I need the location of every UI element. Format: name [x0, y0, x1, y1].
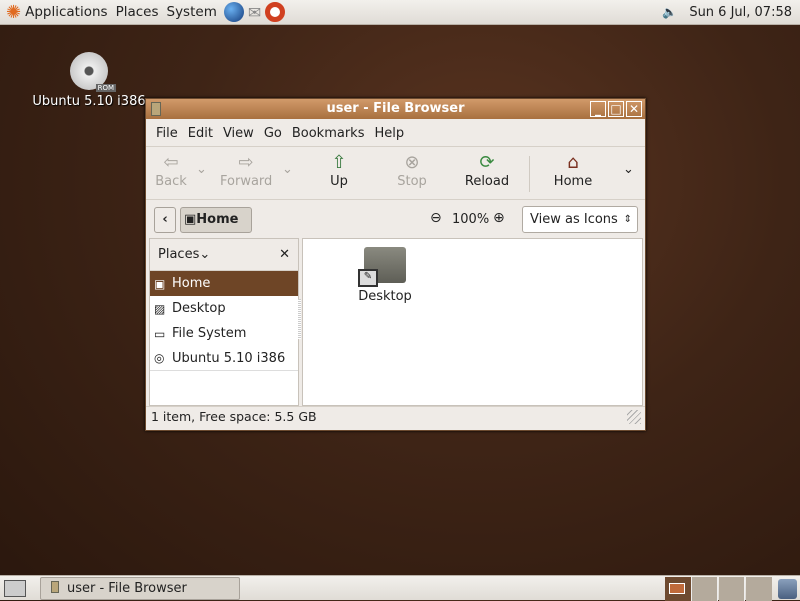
stop-icon: ⊗ — [395, 152, 429, 174]
place-label: Ubuntu 5.10 i386 — [172, 351, 285, 366]
reload-button[interactable]: ⟳Reload — [464, 152, 510, 189]
folder-home-icon: ▣ — [184, 212, 196, 227]
status-bar: 1 item, Free space: 5.5 GB — [146, 406, 645, 428]
location-bar: ‹ ▣Home ⊖ 100% ⊕ View as Icons ⇕ — [146, 201, 645, 236]
select-arrows-icon: ⇕ — [624, 207, 632, 232]
menu-system[interactable]: System — [167, 4, 217, 20]
back-button[interactable]: ⇦Back — [154, 152, 188, 189]
reload-label: Reload — [464, 174, 510, 189]
side-pane-selector[interactable]: Places⌄ — [158, 247, 210, 262]
back-arrow-icon: ⇦ — [154, 152, 188, 174]
menu-bar: File Edit View Go Bookmarks Help — [146, 120, 645, 147]
desktop-icon-label: Ubuntu 5.10 i386 — [30, 94, 148, 109]
crumb-label: Home — [196, 212, 238, 227]
view-mode-select[interactable]: View as Icons ⇕ — [522, 206, 638, 233]
place-desktop[interactable]: ▨Desktop — [150, 296, 298, 321]
menu-help[interactable]: Help — [374, 126, 404, 141]
toolbar-separator — [529, 156, 530, 192]
place-home[interactable]: ▣Home — [150, 271, 298, 296]
rom-badge: ROM — [96, 84, 116, 92]
menu-edit[interactable]: Edit — [188, 126, 213, 141]
menu-applications[interactable]: Applications — [25, 4, 107, 20]
top-panel: ✺ Applications Places System ✉ 🔈 Sun 6 J… — [0, 0, 800, 25]
desktop-folder-icon: ✎ — [364, 247, 406, 283]
trash-icon[interactable] — [778, 579, 797, 599]
side-pane-header: Places⌄ ✕ — [150, 239, 298, 271]
volume-icon[interactable]: 🔈 — [662, 5, 677, 19]
drive-icon: ▭ — [154, 327, 172, 341]
back-label: Back — [154, 174, 188, 189]
home-folder-icon: ▣ — [154, 277, 172, 291]
zoom-out-button[interactable]: ⊖ — [430, 210, 442, 226]
clock[interactable]: Sun 6 Jul, 07:58 — [689, 5, 792, 20]
cdrom-icon: ◎ — [154, 351, 172, 365]
show-desktop-button[interactable] — [4, 580, 26, 597]
zoom-level[interactable]: 100% — [452, 212, 489, 227]
pane-resize-handle[interactable] — [298, 299, 301, 339]
zoom-in-button[interactable]: ⊕ — [493, 210, 505, 226]
task-label: user - File Browser — [67, 581, 187, 596]
reload-icon: ⟳ — [464, 152, 510, 174]
forward-history-dropdown[interactable]: ⌄ — [282, 162, 293, 177]
menu-bookmarks[interactable]: Bookmarks — [292, 126, 365, 141]
menu-view[interactable]: View — [223, 126, 254, 141]
side-pane: Places⌄ ✕ ▣Home ▨Desktop ▭File System ◎U… — [149, 238, 299, 406]
minimize-button[interactable]: _ — [590, 101, 606, 117]
workspace-3[interactable] — [719, 577, 745, 601]
path-back-button[interactable]: ‹ — [154, 207, 176, 233]
place-label: Home — [172, 276, 210, 291]
cdrom-icon: ROM — [70, 52, 108, 90]
menu-go[interactable]: Go — [264, 126, 282, 141]
stop-label: Stop — [395, 174, 429, 189]
home-icon: ⌂ — [551, 152, 595, 174]
close-button[interactable]: ✕ — [626, 101, 642, 117]
forward-button[interactable]: ⇨Forward — [220, 152, 272, 189]
desktop-icon-cdrom[interactable]: ROM Ubuntu 5.10 i386 — [30, 52, 148, 109]
file-item-desktop[interactable]: ✎ Desktop — [348, 247, 422, 304]
file-browser-window: user - File Browser _ □ ✕ File Edit View… — [145, 98, 646, 431]
view-mode-value: View as Icons — [530, 212, 618, 227]
up-arrow-icon: ⇧ — [324, 152, 354, 174]
bottom-panel: user - File Browser — [0, 575, 800, 600]
workspace-4[interactable] — [746, 577, 772, 601]
forward-arrow-icon: ⇨ — [220, 152, 272, 174]
toolbar: ⇦Back ⌄ ⇨Forward ⌄ ⇧Up ⊗Stop ⟳Reload ⌂Ho… — [146, 148, 645, 200]
place-label: Desktop — [172, 301, 226, 316]
menu-places[interactable]: Places — [116, 4, 159, 20]
taskbar-button-file-browser[interactable]: user - File Browser — [40, 577, 240, 600]
window-title: user - File Browser — [326, 101, 464, 116]
place-file-system[interactable]: ▭File System — [150, 321, 298, 346]
mail-icon[interactable]: ✉ — [248, 3, 261, 22]
help-icon[interactable] — [265, 2, 285, 22]
icon-view: ✎ Desktop — [302, 238, 643, 406]
desktop-icon: ▨ — [154, 302, 172, 316]
back-history-dropdown[interactable]: ⌄ — [196, 162, 207, 177]
resize-grip[interactable] — [627, 410, 641, 424]
window-menu-icon[interactable] — [151, 102, 161, 116]
stop-button[interactable]: ⊗Stop — [395, 152, 429, 189]
place-cdrom[interactable]: ◎Ubuntu 5.10 i386 — [150, 346, 298, 371]
status-text: 1 item, Free space: 5.5 GB — [151, 409, 317, 424]
up-label: Up — [324, 174, 354, 189]
web-browser-icon[interactable] — [224, 2, 244, 22]
workspace-1[interactable] — [665, 577, 692, 601]
place-label: File System — [172, 326, 246, 341]
up-button[interactable]: ⇧Up — [324, 152, 354, 189]
menu-file[interactable]: File — [156, 126, 178, 141]
title-bar[interactable]: user - File Browser _ □ ✕ — [146, 99, 645, 119]
home-label: Home — [551, 174, 595, 189]
file-label: Desktop — [348, 289, 422, 304]
workspace-2[interactable] — [692, 577, 718, 601]
file-browser-icon — [51, 581, 59, 593]
close-side-pane-button[interactable]: ✕ — [279, 247, 290, 262]
forward-label: Forward — [220, 174, 272, 189]
toolbar-overflow-button[interactable]: ⌄ — [623, 162, 634, 177]
maximize-button[interactable]: □ — [608, 101, 624, 117]
ubuntu-logo-icon[interactable]: ✺ — [6, 2, 21, 23]
path-crumb-home[interactable]: ▣Home — [180, 207, 252, 233]
home-button[interactable]: ⌂Home — [551, 152, 595, 189]
